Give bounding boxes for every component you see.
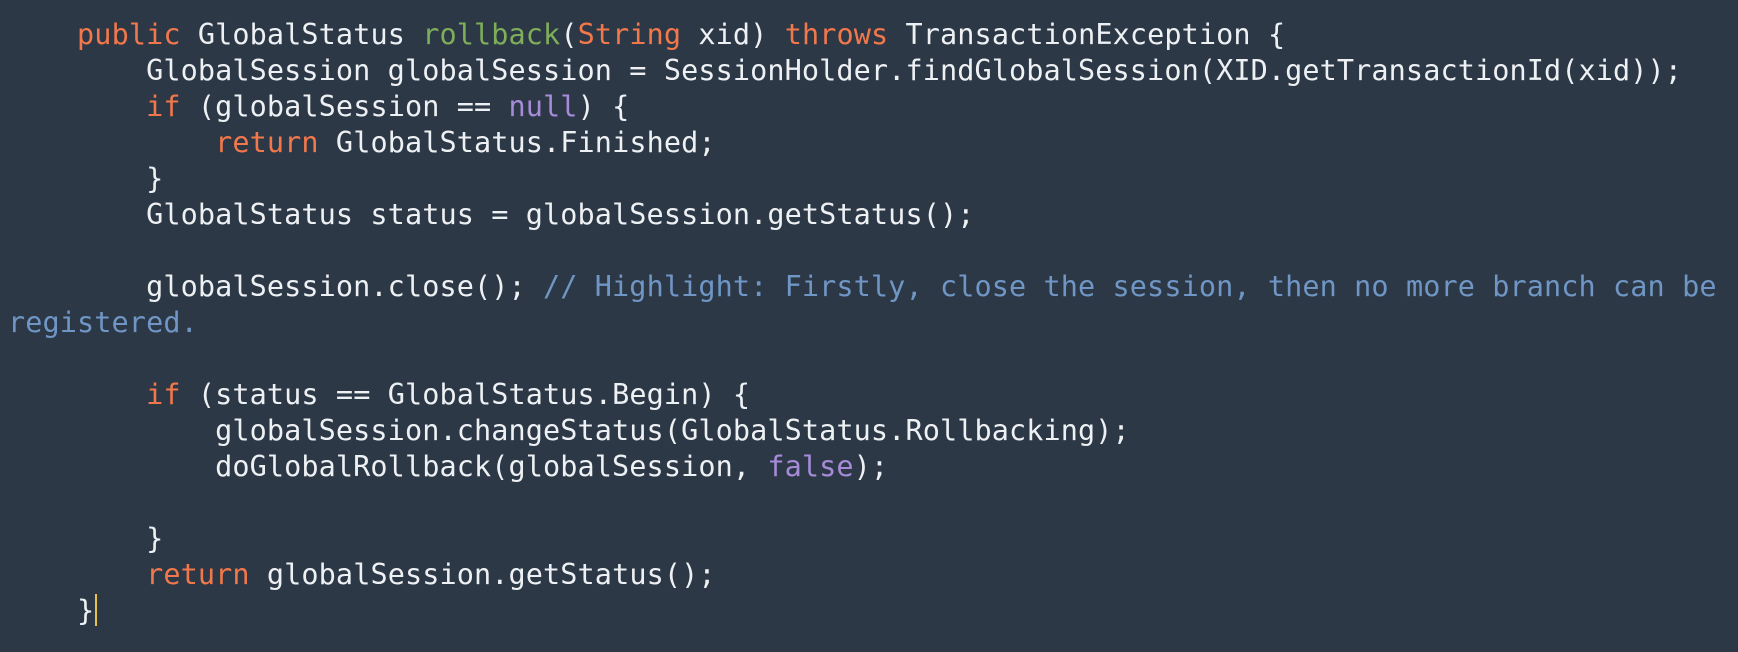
code-text: globalSession.getStatus(); (249, 558, 716, 591)
code-keyword: public (77, 18, 181, 51)
code-line[interactable]: GlobalStatus status = globalSession.getS… (0, 197, 1738, 233)
code-line[interactable]: doGlobalRollback(globalSession, false); (0, 449, 1738, 485)
code-text: ); (853, 450, 889, 483)
code-text: GlobalStatus.Finished; (318, 126, 716, 159)
code-function-name: rollback (422, 18, 561, 51)
code-line[interactable]: return GlobalStatus.Finished; (0, 125, 1738, 161)
code-text: ) { (577, 90, 630, 123)
code-text: (globalSession == (180, 90, 509, 123)
code-text: (status == GlobalStatus.Begin) { (180, 378, 751, 411)
code-text: doGlobalRollback(globalSession, (8, 450, 768, 483)
code-line[interactable]: if (status == GlobalStatus.Begin) { (0, 377, 1738, 413)
code-line[interactable]: } (0, 161, 1738, 197)
code-line[interactable] (0, 341, 1738, 377)
code-line[interactable] (0, 485, 1738, 521)
code-text: } (8, 594, 95, 627)
code-text: ( (560, 18, 578, 51)
code-keyword: return (146, 558, 250, 591)
code-text: globalSession.close(); (8, 270, 544, 303)
code-text: GlobalStatus (180, 18, 423, 51)
code-literal: null (508, 90, 578, 123)
code-keyword: if (146, 90, 181, 123)
code-text: globalSession.changeStatus(GlobalStatus.… (8, 414, 1130, 447)
code-comment: registered. (8, 306, 198, 339)
code-text: xid) (681, 18, 785, 51)
code-line[interactable]: } (0, 521, 1738, 557)
code-line[interactable]: registered. (0, 305, 1738, 341)
code-line[interactable]: public GlobalStatus rollback(String xid)… (0, 17, 1738, 53)
code-line[interactable]: if (globalSession == null) { (0, 89, 1738, 125)
code-keyword: return (215, 126, 319, 159)
code-line[interactable]: } (0, 593, 1738, 629)
code-comment: // Highlight: Firstly, close the session… (543, 270, 1717, 303)
code-text: TransactionException { (888, 18, 1286, 51)
code-line[interactable]: GlobalSession globalSession = SessionHol… (0, 53, 1738, 89)
code-keyword: if (146, 378, 181, 411)
code-keyword: throws (784, 18, 889, 51)
code-editor[interactable]: public GlobalStatus rollback(String xid)… (0, 0, 1738, 652)
code-literal: false (767, 450, 854, 483)
code-line[interactable] (0, 233, 1738, 269)
code-keyword: String (577, 18, 682, 51)
code-line[interactable]: globalSession.changeStatus(GlobalStatus.… (0, 413, 1738, 449)
code-text: GlobalStatus status = globalSession.getS… (8, 198, 975, 231)
code-text: GlobalSession globalSession = SessionHol… (8, 54, 1683, 87)
code-text: } (8, 162, 164, 195)
code-line[interactable]: return globalSession.getStatus(); (0, 557, 1738, 593)
code-line[interactable]: globalSession.close(); // Highlight: Fir… (0, 269, 1738, 305)
text-cursor (95, 594, 98, 626)
code-text: } (8, 522, 164, 555)
